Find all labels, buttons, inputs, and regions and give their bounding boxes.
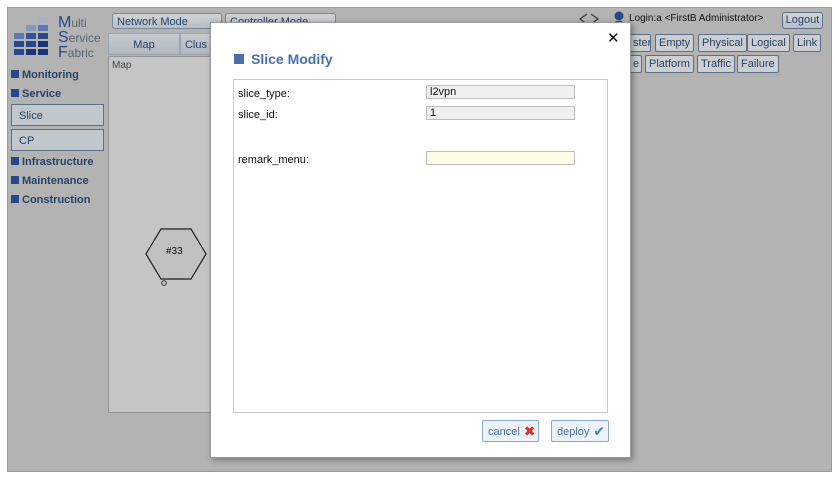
close-icon[interactable]: ✕ (607, 31, 620, 47)
deploy-check-icon: ✔ (593, 423, 606, 439)
form-area: slice_type: l2vpn slice_id: 1 remark_men… (233, 79, 608, 413)
cancel-x-icon: ✖ (523, 423, 536, 439)
slice-modify-dialog: ✕ Slice Modify slice_type: l2vpn slice_i… (210, 22, 631, 458)
remark-menu-label: remark_menu: (238, 154, 309, 166)
deploy-label: deploy (557, 426, 590, 438)
title-square-icon (234, 54, 244, 64)
slice-id-label: slice_id: (238, 109, 278, 121)
cancel-button[interactable]: cancel ✖ (482, 420, 539, 442)
remark-menu-input[interactable] (426, 151, 575, 165)
slice-type-field[interactable]: l2vpn (426, 85, 575, 99)
slice-type-label: slice_type: (238, 88, 290, 100)
slice-id-field[interactable]: 1 (426, 106, 575, 120)
dialog-title: Slice Modify (251, 51, 333, 67)
deploy-button[interactable]: deploy ✔ (551, 420, 609, 442)
cancel-label: cancel (488, 426, 520, 438)
